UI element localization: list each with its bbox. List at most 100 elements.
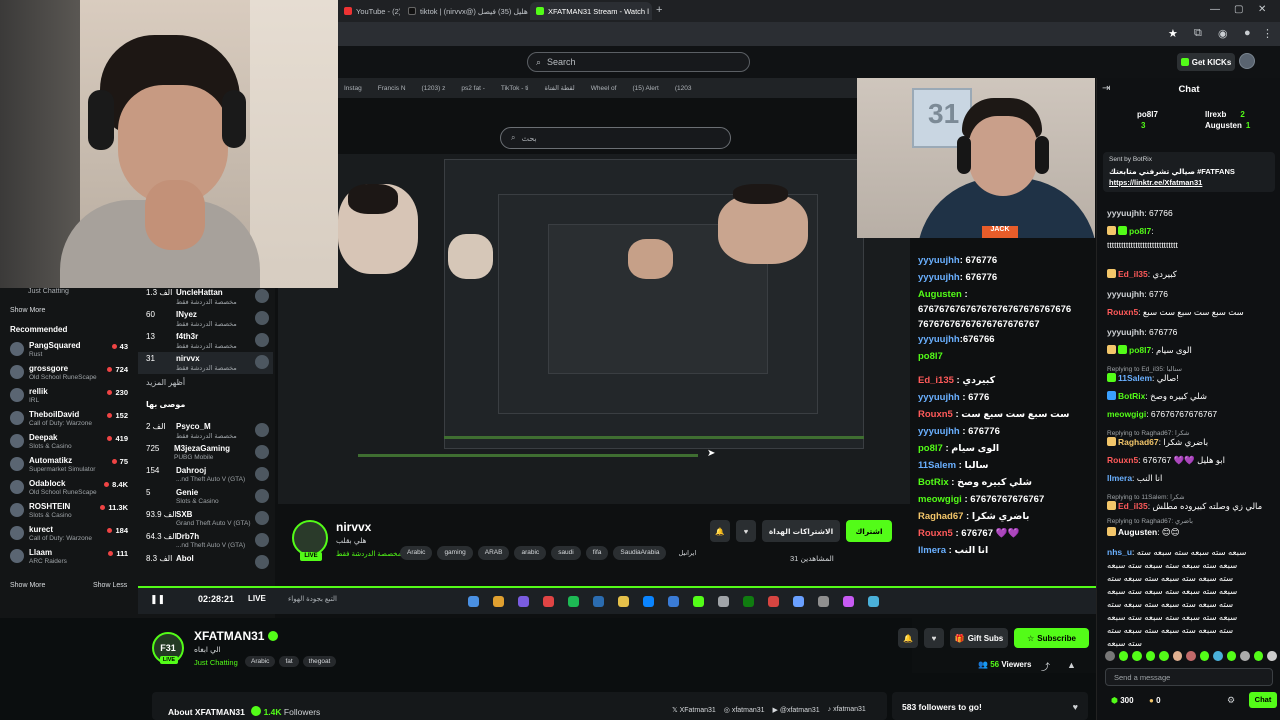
live-dot-icon	[100, 505, 106, 510]
avatar	[255, 511, 269, 525]
maximize-icon[interactable]: ▢	[1234, 4, 1243, 15]
search-input[interactable]: ⌕ Search	[527, 52, 750, 72]
viewers-icon: 👥	[978, 660, 991, 669]
taskbar-app-icon	[618, 596, 629, 607]
browser-tab-active[interactable]: XFATMAN31 Stream - Watch l ✕	[530, 2, 652, 20]
tiktok-social-link[interactable]: ♪ xfatman31	[828, 706, 866, 714]
list-item: 13 f4th3r مخصصة الدردشة فقط	[138, 330, 273, 352]
nested-progress	[444, 436, 864, 439]
emote-icon[interactable]	[1226, 651, 1237, 661]
gear-icon[interactable]: ⚙	[1227, 695, 1235, 706]
avatar	[10, 457, 24, 471]
youtube-icon	[344, 7, 352, 15]
recommended-channel: Automatikz Supermarket Simulator 75	[10, 455, 128, 475]
headset-icon	[222, 90, 246, 148]
live-dot-icon	[107, 528, 113, 533]
new-tab-button[interactable]: +	[656, 4, 662, 16]
chat-message: tttttttttttttttttttttttttttttt	[1107, 240, 1178, 250]
star-icon: ☆	[1027, 633, 1035, 643]
emote-icon[interactable]	[1253, 651, 1264, 661]
emote-icon[interactable]	[1145, 651, 1156, 661]
menu-dots-icon[interactable]: ⋮	[1262, 27, 1273, 40]
emote-icon[interactable]	[1267, 651, 1277, 661]
kicks-balance[interactable]: ● 0	[1149, 696, 1161, 705]
profile-icon[interactable]: ◉	[1218, 27, 1228, 40]
tag[interactable]: Arabic	[245, 656, 276, 667]
recommended-channel: ROSHTEIN Slots & Casino 11.3K	[10, 501, 128, 521]
emote-icon[interactable]	[1240, 651, 1250, 661]
bookmark-star-icon[interactable]: ★	[1168, 27, 1178, 40]
emote-icon[interactable]	[1199, 651, 1210, 661]
avatar	[255, 355, 269, 369]
instagram-social-link[interactable]: ◎ xfatman31	[724, 706, 765, 714]
list-item: 93.9 الف SXB Grand Theft Auto V (GTA)	[138, 508, 273, 530]
extensions-icon[interactable]: ⧉	[1194, 27, 1202, 40]
badge-icon	[1107, 269, 1116, 278]
channel-points[interactable]: ⬢ 300	[1111, 696, 1134, 705]
taskbar-app-icon	[668, 596, 679, 607]
chat-message: llmera : انا النب	[918, 545, 989, 556]
user-avatar[interactable]	[1239, 53, 1255, 69]
report-icon[interactable]: ▲	[1067, 660, 1076, 670]
recommended-channel: TheboiIDavid Call of Duty: Warzone 152	[10, 409, 128, 429]
pinned-link[interactable]: https://linktr.ee/Xfatman31	[1109, 178, 1202, 187]
chat-message: yyyuujhh: 676776	[918, 272, 998, 283]
chat-message: 11Salem: صالي!	[1107, 373, 1275, 384]
browser-tab[interactable]: tiktok | (nirvvx@) ابو هليل (35) فيصل ✕	[402, 2, 528, 20]
browser-tab[interactable]: YouTube - (2) ابله ✕	[338, 2, 400, 20]
chat-message: yyyuujhh: 676776	[1107, 327, 1178, 337]
taskbar-app-icon	[868, 596, 879, 607]
emote-icon[interactable]	[1186, 651, 1196, 661]
tag[interactable]: fat	[279, 656, 299, 667]
gifter: llrexb 2	[1205, 110, 1245, 119]
gift-subs-button[interactable]: 🎁 Gift Subs	[950, 628, 1008, 648]
list-item: 60 INyez مخصصة الدردشة فقط	[138, 308, 273, 330]
emote-icon[interactable]	[1213, 651, 1223, 661]
youtube-social-link[interactable]: ▶ @xfatman31	[773, 706, 820, 714]
close-window-icon[interactable]: ✕	[1258, 4, 1266, 15]
nested-webcam	[348, 184, 398, 214]
show-more-link: Show More	[10, 307, 46, 314]
webcam-overlay-left	[0, 0, 338, 288]
share-icon[interactable]: ⤴	[1041, 660, 1050, 673]
bot-badge-icon	[1107, 391, 1116, 400]
chat-message: BotRix : شلي كبيره وصخ	[918, 477, 1032, 488]
tag[interactable]: thegoat	[302, 656, 337, 667]
channel-name[interactable]: XFATMAN31	[194, 629, 279, 643]
emote-icon[interactable]	[1159, 651, 1169, 661]
chat-message: yyyuujhh : 676776	[918, 426, 1000, 437]
emote-icon[interactable]	[1118, 651, 1129, 661]
avatar	[255, 423, 269, 437]
avatar	[255, 555, 269, 569]
chat-message-input[interactable]: Send a message	[1105, 668, 1273, 686]
avatar	[10, 411, 24, 425]
chat-message: Raghad67 : باضري شكرا	[918, 511, 1030, 522]
chat-message: yyyuujhh: 676776	[918, 255, 998, 266]
taskbar-app-icon	[543, 596, 554, 607]
emote-icon[interactable]	[1172, 651, 1183, 661]
inner-search-input: ⌕ بحث	[500, 127, 731, 149]
x-social-link[interactable]: 𝕏 XFatman31	[672, 706, 716, 714]
stream-category[interactable]: Just Chatting	[194, 658, 238, 667]
minimize-icon[interactable]: —	[1210, 4, 1220, 15]
nested-stream-view	[278, 154, 910, 504]
inner-taskbar: ❚❚ 02:28:21 LIVE التبع بجودة الهواء	[138, 588, 1096, 614]
about-section: About XFATMAN31 1.4K Followers 𝕏 XFatman…	[152, 692, 887, 720]
tiktok-icon	[408, 7, 416, 15]
emote-icon[interactable]	[1132, 651, 1142, 661]
avatar	[10, 434, 24, 448]
emote-icon[interactable]	[1105, 651, 1115, 661]
get-kicks-button[interactable]: Get KICKs	[1177, 53, 1235, 71]
extension-icon[interactable]: ●	[1244, 27, 1251, 39]
chat-message: Ed_i135 : كبيردي	[918, 375, 996, 386]
chat-message: Rouxn5 : ست سبع ست سبع ست	[918, 409, 1070, 420]
follow-heart-button[interactable]: ♥	[924, 628, 944, 648]
notification-bell-button[interactable]: 🔔	[898, 628, 918, 648]
chat-reply-context: Replying to Raghad67: باضري	[1107, 518, 1193, 525]
pinned-message[interactable]: Sent by BotRix صيالي تشرفني متابعتك #FAT…	[1103, 152, 1275, 192]
send-chat-button[interactable]: Chat	[1249, 692, 1277, 708]
badge-icon	[1118, 345, 1127, 354]
subscribe-button[interactable]: ☆ Subscribe	[1014, 628, 1089, 648]
heart-icon[interactable]: ♥	[1073, 702, 1078, 712]
list-item: 64.3 الف Drb7h ...nd Theft Auto V (GTA)	[138, 530, 273, 552]
